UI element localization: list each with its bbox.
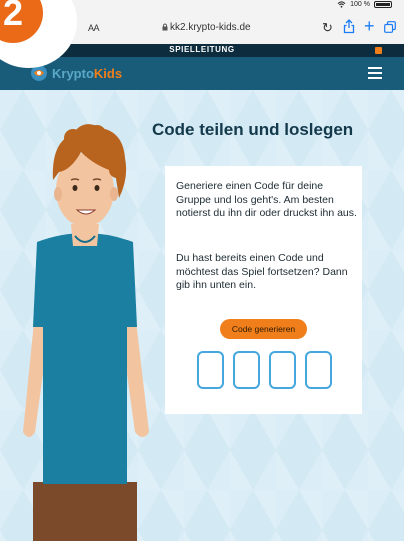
game-leader-info-button[interactable] — [375, 47, 382, 54]
code-digit-4-input[interactable] — [305, 351, 332, 389]
kryptokids-logo[interactable]: KryptoKids — [30, 64, 122, 82]
code-card: Generiere einen Code für deine Gruppe un… — [165, 166, 362, 414]
wifi-icon — [337, 1, 346, 8]
boy-character-illustration — [23, 124, 149, 541]
battery-icon — [374, 1, 392, 8]
new-tab-plus-icon[interactable]: + — [364, 17, 375, 35]
logo-text-kids: Kids — [93, 65, 123, 81]
tabs-overview-icon[interactable] — [384, 21, 396, 33]
reader-aa-button[interactable]: AA — [88, 23, 100, 33]
generate-code-button[interactable]: Code generieren — [220, 319, 307, 339]
main-content: Code teilen und loslegen Generiere einen… — [0, 90, 404, 541]
intro-paragraph: Generiere einen Code für deine Gruppe un… — [176, 180, 357, 219]
code-input-group — [197, 351, 332, 389]
address-field[interactable]: kk2.krypto-kids.de — [170, 22, 251, 33]
code-digit-1-input[interactable] — [197, 351, 224, 389]
logo-text: KryptoKids — [52, 66, 122, 81]
code-digit-3-input[interactable] — [269, 351, 296, 389]
step-number: 2 — [0, 0, 43, 43]
battery-percentage: 100 % — [350, 1, 370, 8]
code-digit-2-input[interactable] — [233, 351, 260, 389]
lock-icon — [162, 23, 168, 31]
app-navbar: KryptoKids — [0, 57, 404, 90]
status-right: 100 % — [337, 1, 392, 8]
page-title: Code teilen und loslegen — [152, 120, 354, 139]
reload-icon[interactable]: ↻ — [322, 20, 333, 36]
hamburger-menu-icon[interactable] — [368, 67, 382, 79]
ipad-screen: 100 % AA kk2.krypto-kids.de ↻ + SPIELLEI… — [0, 0, 404, 541]
share-icon[interactable] — [343, 19, 355, 34]
continue-paragraph: Du hast bereits einen Code und möchtest … — [176, 252, 348, 291]
logo-text-krypto: Krypto — [52, 65, 94, 81]
